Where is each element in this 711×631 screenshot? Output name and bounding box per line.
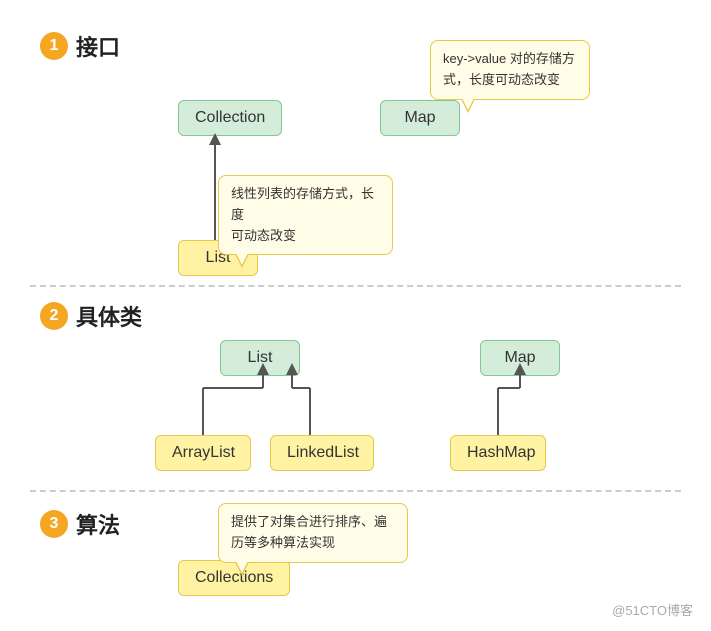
map-box-section1: Map [380,100,460,136]
section1-title: 接口 [76,30,120,62]
section3-title: 算法 [76,508,120,540]
hashmap-box: HashMap [450,435,546,471]
linkedlist-box: LinkedList [270,435,374,471]
arraylist-box: ArrayList [155,435,251,471]
section1-badge: 1 [40,32,68,60]
list-tooltip-section1: 线性列表的存储方式，长度可动态改变 [218,175,393,255]
divider2 [30,490,681,492]
collection-box: Collection [178,100,282,136]
map-tooltip-section1: key->value 对的存储方式，长度可动态改变 [430,40,590,100]
list-box-section2: List [220,340,300,376]
divider1 [30,285,681,287]
collections-box: Collections [178,560,290,596]
watermark: @51CTO博客 [612,600,693,619]
map-box-section2: Map [480,340,560,376]
section2-title: 具体类 [76,300,142,332]
section3-badge: 3 [40,510,68,538]
section2-badge: 2 [40,302,68,330]
collections-tooltip: 提供了对集合进行排序、遍历等多种算法实现 [218,503,408,563]
